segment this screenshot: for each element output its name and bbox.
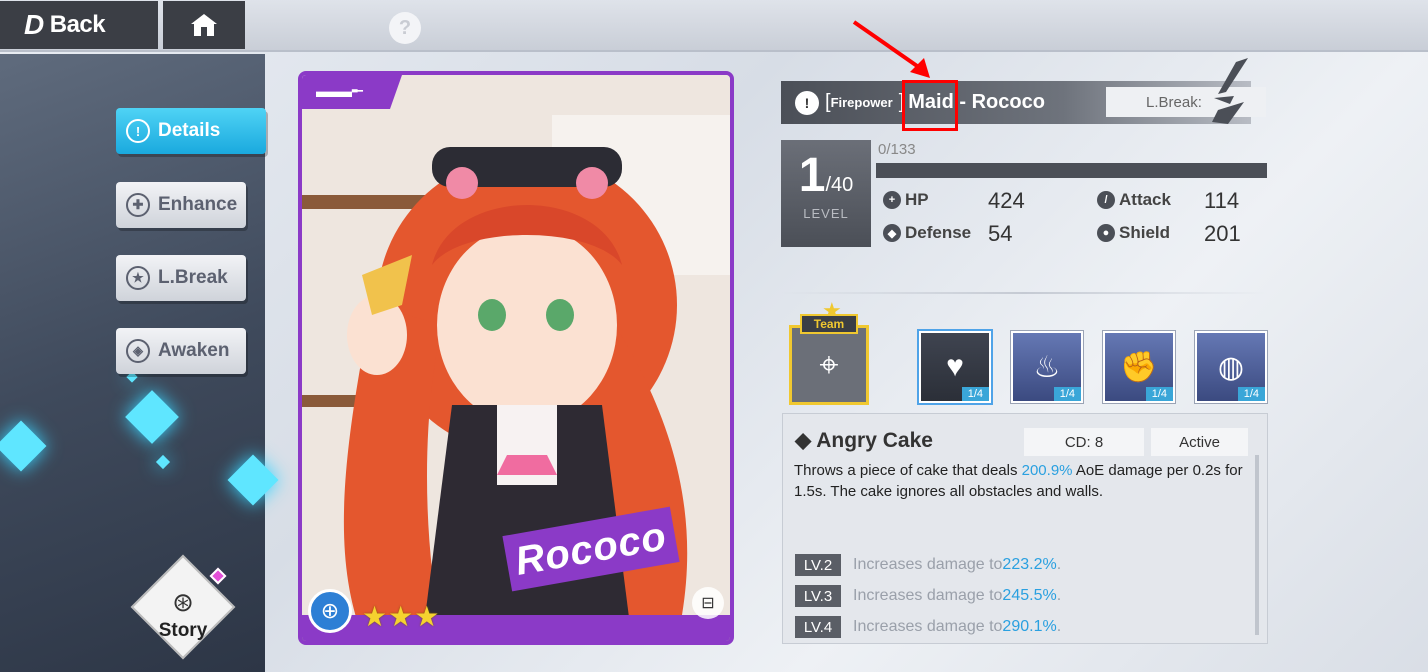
cake-icon: ♥ bbox=[946, 350, 964, 383]
skill-type-tag: Active bbox=[1151, 428, 1248, 456]
sidebar-item-label: Awaken bbox=[158, 340, 230, 361]
sidebar-item-label: Details bbox=[158, 120, 221, 141]
lv-text: Increases damage to bbox=[853, 556, 1003, 573]
skill-description: Throws a piece of cake that deals 200.9%… bbox=[794, 460, 1254, 502]
skill-name-text: Angry Cake bbox=[816, 429, 933, 452]
fist-icon: ✊ bbox=[1120, 350, 1158, 384]
home-icon bbox=[191, 14, 217, 36]
skill-slot-drop[interactable]: ◍ 1/4 bbox=[1194, 330, 1268, 404]
lock-icon[interactable]: ⊟ bbox=[692, 587, 724, 619]
skill-slot-fist[interactable]: ✊ 1/4 bbox=[1102, 330, 1176, 404]
sidebar-item-awaken[interactable]: ◈ Awaken bbox=[116, 328, 246, 374]
stat-defense-value: 54 bbox=[988, 221, 1013, 246]
skill-level: 1/4 bbox=[1053, 387, 1081, 401]
divider bbox=[781, 292, 1267, 294]
skill-level: 1/4 bbox=[1237, 387, 1265, 401]
lv-value: 290.1% bbox=[1002, 618, 1057, 635]
attack-icon: / bbox=[1097, 191, 1115, 209]
defense-icon: ◆ bbox=[883, 224, 901, 242]
bullet-icon: ! bbox=[795, 90, 819, 115]
lv-end: . bbox=[1056, 587, 1062, 604]
cooldown-tag: CD: 8 bbox=[1024, 428, 1144, 456]
back-arrow-icon: D bbox=[24, 9, 44, 40]
help-button[interactable]: ? bbox=[389, 12, 421, 44]
red-arrow-icon bbox=[852, 20, 930, 78]
sidebar-item-enhance[interactable]: ✚ Enhance bbox=[116, 182, 246, 228]
sidebar-item-label: L.Break bbox=[158, 267, 228, 288]
skill-scrollbar[interactable] bbox=[1255, 455, 1259, 635]
home-button[interactable] bbox=[163, 1, 245, 49]
highlight-box bbox=[902, 80, 958, 131]
sidebar-item-label: Enhance bbox=[158, 194, 238, 215]
level-max: /40 bbox=[825, 174, 854, 196]
lv-tag: LV.3 bbox=[795, 585, 841, 607]
desc-text: Throws a piece of cake that deals bbox=[794, 462, 1022, 479]
team-skill-button[interactable]: ⌖ bbox=[789, 325, 869, 405]
skill-level-row: LV.2 Increases damage to 223.2%. bbox=[795, 554, 1061, 576]
back-button[interactable]: D Back bbox=[0, 1, 158, 49]
skill-slot-cake[interactable]: ♥ 1/4 bbox=[917, 329, 993, 405]
class-icon: ⊕ bbox=[308, 589, 352, 633]
enhance-icon: ✚ bbox=[126, 193, 150, 217]
skill-level: 1/4 bbox=[1145, 387, 1173, 401]
shield-icon: ● bbox=[1097, 224, 1115, 242]
exclamation-icon: ! bbox=[126, 119, 150, 143]
skill-level: 1/4 bbox=[961, 387, 989, 401]
rarity-stars: ★★★ bbox=[362, 601, 441, 632]
stat-hp-value: 424 bbox=[988, 188, 1025, 213]
level-value: 1/40 bbox=[781, 152, 871, 200]
lv-text: Increases damage to bbox=[853, 587, 1003, 604]
stat-defense: ◆ Defense bbox=[883, 223, 971, 243]
rifle-icon: ▬▬╾ bbox=[316, 81, 363, 101]
skill-detail-panel: ◆ Angry Cake CD: 8 Active Throws a piece… bbox=[782, 413, 1268, 644]
hp-icon: + bbox=[883, 191, 901, 209]
level-current: 1 bbox=[798, 149, 826, 202]
sidebar-item-details[interactable]: ! Details bbox=[116, 108, 266, 154]
lv-end: . bbox=[1056, 618, 1062, 635]
stat-shield-value: 201 bbox=[1204, 221, 1241, 246]
team-gun-icon: ⌖ bbox=[819, 345, 839, 384]
lv-value: 245.5% bbox=[1002, 587, 1057, 604]
lv-text: Increases damage to bbox=[853, 618, 1003, 635]
lv-value: 223.2% bbox=[1002, 556, 1057, 573]
lbreak-wing-icon bbox=[1212, 58, 1248, 124]
skill-slot-fire[interactable]: ♨ 1/4 bbox=[1010, 330, 1084, 404]
exp-bar bbox=[876, 163, 1267, 178]
stat-label: HP bbox=[905, 190, 929, 209]
level-label: LEVEL bbox=[803, 206, 849, 221]
skill-name: ◆ Angry Cake bbox=[795, 429, 933, 452]
desc-highlight: 200.9% bbox=[1021, 462, 1073, 479]
awaken-icon: ◈ bbox=[126, 339, 150, 363]
drop-icon: ◍ bbox=[1217, 350, 1245, 384]
fire-icon: ♨ bbox=[1033, 350, 1061, 384]
exp-text: 0/133 bbox=[878, 141, 916, 158]
stat-hp: + HP bbox=[883, 190, 929, 210]
story-label: Story bbox=[158, 620, 208, 641]
skill-level-row: LV.4 Increases damage to 290.1%. bbox=[795, 616, 1061, 638]
skill-level-row: LV.3 Increases damage to 245.5%. bbox=[795, 585, 1061, 607]
star-icon: ★ bbox=[126, 266, 150, 290]
stat-shield: ● Shield bbox=[1097, 223, 1170, 243]
level-box: 1/40 LEVEL bbox=[781, 140, 871, 247]
stat-label: Defense bbox=[905, 223, 972, 242]
stat-label: Shield bbox=[1119, 223, 1171, 242]
lv-tag: LV.2 bbox=[795, 554, 841, 576]
stat-attack: / Attack bbox=[1097, 190, 1171, 210]
character-card[interactable]: ▬▬╾ Rococo ⊕ ★★★ ⊟ bbox=[298, 71, 734, 645]
lv-end: . bbox=[1056, 556, 1062, 573]
stat-label: Attack bbox=[1119, 190, 1171, 209]
back-label: Back bbox=[49, 11, 106, 38]
film-reel-icon: ⊛ bbox=[172, 586, 194, 617]
lv-tag: LV.4 bbox=[795, 616, 841, 638]
team-label: Team bbox=[800, 314, 858, 334]
type-label: Firepower bbox=[830, 95, 893, 110]
stat-attack-value: 114 bbox=[1204, 188, 1240, 213]
sidebar-item-lbreak[interactable]: ★ L.Break bbox=[116, 255, 246, 301]
